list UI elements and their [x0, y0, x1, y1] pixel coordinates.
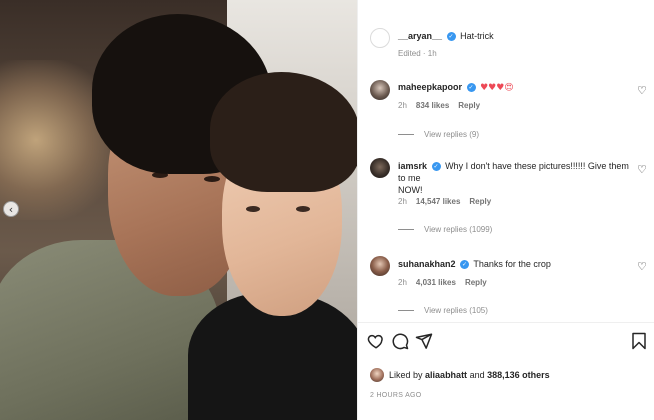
verified-badge-icon: ✓	[446, 32, 456, 42]
reply-button[interactable]: Reply	[458, 101, 480, 110]
bookmark-icon[interactable]	[630, 332, 648, 350]
comment-username[interactable]: maheepkapoor	[398, 82, 462, 92]
view-replies-button[interactable]: View replies (1099)	[398, 225, 492, 234]
comment-likes[interactable]: 14,547 likes	[416, 197, 460, 206]
comment-likes[interactable]: 834 likes	[416, 101, 449, 110]
person-left-eye	[204, 176, 220, 182]
person-right-hair	[210, 72, 357, 192]
liked-by-others[interactable]: 388,136 others	[487, 370, 550, 380]
comment-body: suhanakhan2 ✓ Thanks for the crop	[398, 258, 551, 270]
liked-by-middle: and	[469, 370, 485, 380]
heart-outline-icon[interactable]: ♡	[637, 261, 647, 272]
replies-divider-line	[398, 229, 414, 231]
reply-button[interactable]: Reply	[465, 278, 487, 287]
comment-time[interactable]: 2h	[398, 278, 407, 287]
verified-badge-icon: ✓	[466, 83, 476, 93]
caption-meta: Edited · 1h	[398, 49, 437, 58]
person-right-eye	[246, 206, 260, 212]
comment-body: maheepkapoor ✓ ♥♥♥😍	[398, 81, 514, 94]
heart-outline-icon[interactable]: ♡	[637, 85, 647, 96]
heart-icon[interactable]	[367, 332, 385, 350]
verified-badge-icon: ✓	[431, 162, 441, 172]
avatar[interactable]	[370, 80, 390, 100]
person-right-eye	[296, 206, 310, 212]
comment-time[interactable]: 2h	[398, 197, 407, 206]
comments-panel: __aryan__ ✓ Hat-trick Edited · 1h maheep…	[357, 0, 654, 420]
comment-icon[interactable]	[391, 332, 409, 350]
divider	[358, 322, 654, 323]
comment-text: Thanks for the crop	[473, 259, 551, 269]
caption-username[interactable]: __aryan__	[398, 31, 442, 41]
comment-username[interactable]: iamsrk	[398, 161, 427, 171]
replies-divider-line	[398, 134, 414, 136]
avatar[interactable]	[370, 28, 390, 48]
avatar[interactable]	[370, 368, 384, 382]
comment-time[interactable]: 2h	[398, 101, 407, 110]
heart-outline-icon[interactable]: ♡	[637, 164, 647, 175]
comment-meta: 2h 14,547 likes Reply	[398, 197, 491, 206]
chevron-left-icon: ‹	[8, 202, 14, 216]
view-replies-button[interactable]: View replies (9)	[398, 130, 479, 139]
post-photo[interactable]: ‹	[0, 0, 357, 420]
verified-badge-icon: ✓	[460, 260, 470, 270]
comment-body: iamsrk ✓ Why I don't have these pictures…	[398, 160, 638, 196]
caption-text: Hat-trick	[460, 31, 494, 41]
view-replies-label: View replies (105)	[424, 306, 488, 315]
view-replies-label: View replies (1099)	[424, 225, 493, 234]
avatar[interactable]	[370, 256, 390, 276]
comment-meta: 2h 4,031 likes Reply	[398, 278, 487, 287]
avatar[interactable]	[370, 158, 390, 178]
liked-by-prefix: Liked by	[389, 370, 423, 380]
view-replies-label: View replies (9)	[424, 130, 479, 139]
paper-plane-icon[interactable]	[415, 332, 433, 350]
comment-text: ♥♥♥😍	[480, 83, 514, 93]
comment-text-continued: NOW!	[398, 185, 423, 195]
comment-meta: 2h 834 likes Reply	[398, 101, 480, 110]
liked-by-user[interactable]: aliaabhatt	[425, 370, 467, 380]
comment-username[interactable]: suhanakhan2	[398, 259, 456, 269]
replies-divider-line	[398, 310, 414, 312]
caption: __aryan__ ✓ Hat-trick	[398, 30, 494, 42]
comment-likes[interactable]: 4,031 likes	[416, 278, 456, 287]
likes-summary: Liked by aliaabhatt and 388,136 others	[370, 368, 550, 382]
reply-button[interactable]: Reply	[469, 197, 491, 206]
carousel-prev-button[interactable]: ‹	[3, 201, 19, 217]
post-timestamp[interactable]: 2 HOURS AGO	[370, 392, 422, 399]
view-replies-button[interactable]: View replies (105)	[398, 306, 488, 315]
